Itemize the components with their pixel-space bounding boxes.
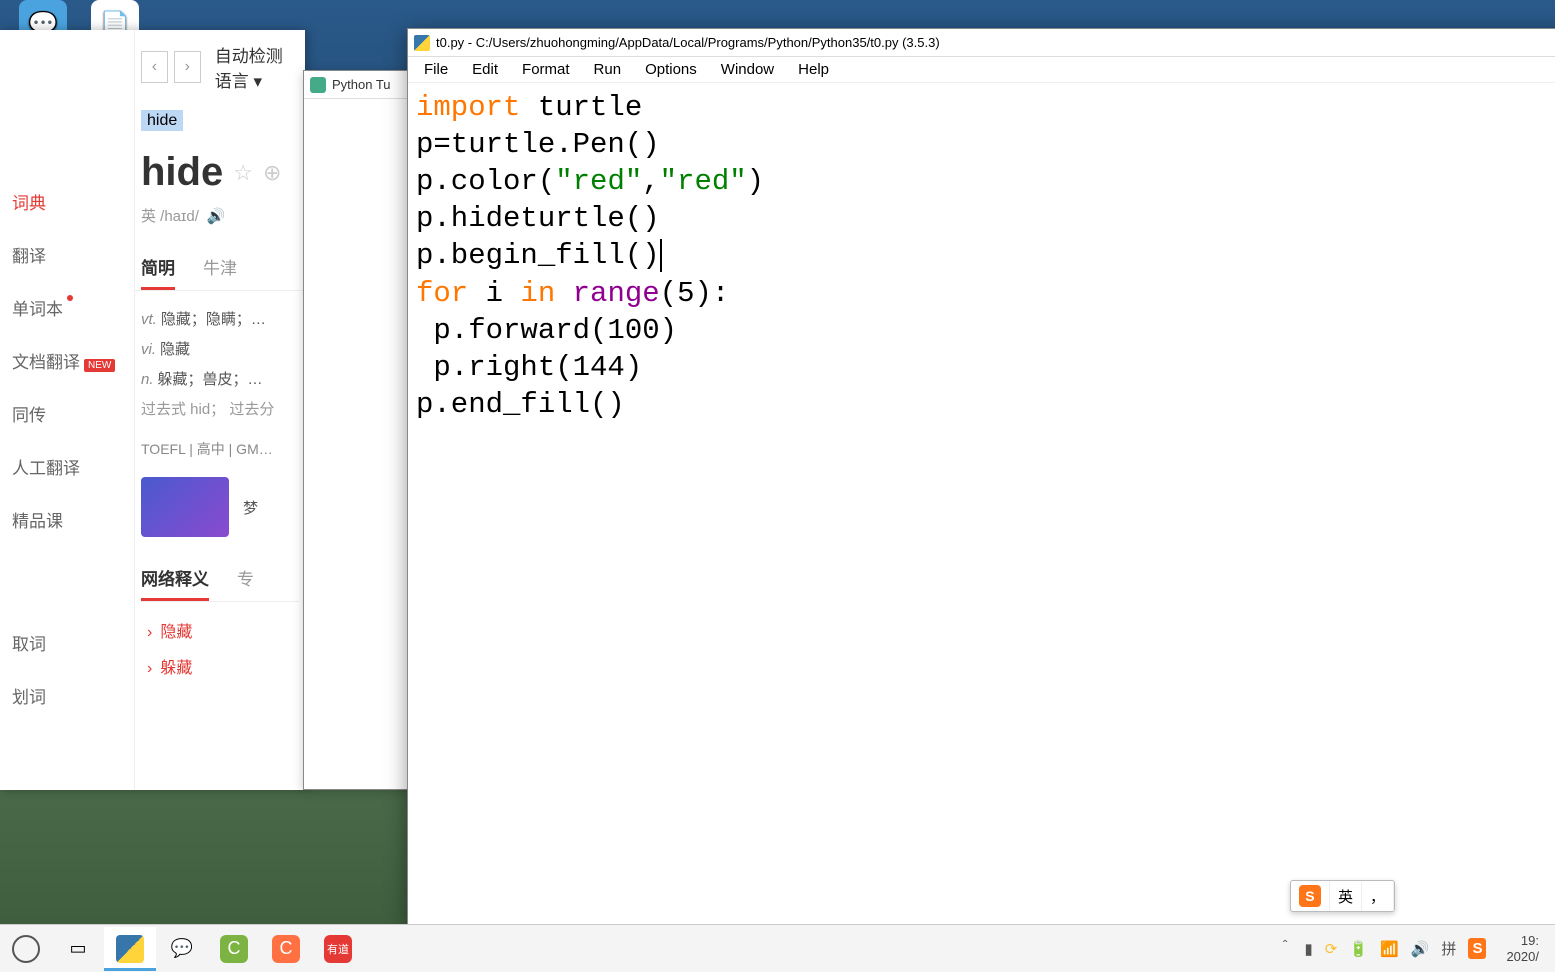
- tray-chevron-icon[interactable]: ＾: [1278, 938, 1293, 959]
- youdao-window: 词典 翻译 单词本 文档翻译NEW 同传 人工翻译 精品课 取词 划词 ‹ › …: [0, 30, 305, 790]
- menu-help[interactable]: Help: [786, 58, 841, 81]
- ime-toolbar[interactable]: S 英 ，: [1290, 880, 1395, 912]
- tray-power-icon[interactable]: 🔋: [1349, 940, 1368, 958]
- taskbar-app-python[interactable]: [104, 927, 156, 971]
- tray-sync-icon[interactable]: ⟳: [1325, 940, 1338, 958]
- tab-pro[interactable]: 专: [237, 557, 254, 601]
- web-def-link[interactable]: 隐藏: [147, 612, 293, 648]
- favorite-star-icon[interactable]: ☆: [233, 160, 253, 186]
- tray-wifi-icon[interactable]: 📶: [1380, 940, 1399, 958]
- speaker-icon[interactable]: 🔊: [207, 207, 226, 225]
- menu-format[interactable]: Format: [510, 58, 582, 81]
- taskbar-clock[interactable]: 19: 2020/: [1498, 933, 1547, 964]
- sidebar-item-human[interactable]: 人工翻译: [0, 440, 134, 493]
- definitions: vt.隐藏；隐瞒；… vi.隐藏 n.躲藏；兽皮；… 过去式 hid； 过去分: [135, 291, 305, 439]
- sidebar-item-courses[interactable]: 精品课: [0, 493, 134, 546]
- text-cursor: [660, 239, 662, 272]
- menu-options[interactable]: Options: [633, 58, 709, 81]
- ime-lang-toggle[interactable]: 英: [1330, 882, 1362, 911]
- sidebar-item-dict[interactable]: 词典: [0, 175, 134, 228]
- sidebar-item-translate[interactable]: 翻译: [0, 228, 134, 281]
- turtle-icon: [310, 77, 326, 93]
- menu-run[interactable]: Run: [582, 58, 634, 81]
- menu-window[interactable]: Window: [709, 58, 786, 81]
- sidebar-item-wordbook[interactable]: 单词本: [0, 281, 134, 334]
- taskbar-app-camtasia1[interactable]: C: [208, 927, 260, 971]
- taskbar-app-camtasia2[interactable]: C: [260, 927, 312, 971]
- taskbar-app-youdao[interactable]: 有道: [312, 927, 364, 971]
- menu-file[interactable]: File: [412, 58, 460, 81]
- taskbar-app-wechat[interactable]: 💬: [156, 927, 208, 971]
- tray-battery-icon[interactable]: ▮: [1305, 940, 1313, 958]
- python-icon: [414, 35, 430, 51]
- badge-dot-icon: [67, 295, 73, 301]
- youdao-sidebar: 词典 翻译 单词本 文档翻译NEW 同传 人工翻译 精品课 取词 划词: [0, 30, 135, 790]
- tab-concise[interactable]: 简明: [141, 246, 175, 290]
- sidebar-item-pick[interactable]: 取词: [0, 616, 134, 669]
- taskbar: ▭ 💬 C C 有道 ＾ ▮ ⟳ 🔋 📶 🔊 拼 S 19: 2020/: [0, 924, 1555, 972]
- sogou-icon: S: [1299, 885, 1321, 907]
- more-icon[interactable]: ⊕: [263, 160, 281, 186]
- ad-banner[interactable]: 梦: [141, 477, 299, 537]
- ad-image: [141, 477, 229, 537]
- youdao-main: ‹ › 自动检测语言 ▾ hide hide ☆ ⊕ 英 /haɪd/ 🔊 简明…: [135, 30, 305, 790]
- badge-new-icon: NEW: [84, 359, 115, 372]
- ime-punct-toggle[interactable]: ，: [1362, 882, 1394, 911]
- tray-ime-icon[interactable]: 拼: [1441, 938, 1456, 959]
- task-view-button[interactable]: ▭: [52, 927, 104, 971]
- nav-forward-button[interactable]: ›: [174, 51, 201, 83]
- idle-title: t0.py - C:/Users/zhuohongming/AppData/Lo…: [436, 35, 940, 50]
- idle-editor-window: t0.py - C:/Users/zhuohongming/AppData/Lo…: [407, 28, 1555, 928]
- sidebar-item-simul[interactable]: 同传: [0, 387, 134, 440]
- menu-edit[interactable]: Edit: [460, 58, 510, 81]
- tray-sogou-icon[interactable]: S: [1468, 938, 1486, 959]
- idle-titlebar[interactable]: t0.py - C:/Users/zhuohongming/AppData/Lo…: [408, 29, 1555, 57]
- headword: hide: [141, 150, 223, 195]
- nav-back-button[interactable]: ‹: [141, 51, 168, 83]
- start-button[interactable]: [0, 927, 52, 971]
- system-tray: ＾ ▮ ⟳ 🔋 📶 🔊 拼 S 19: 2020/: [1278, 933, 1555, 964]
- search-input[interactable]: hide: [141, 112, 299, 130]
- lang-detect-dropdown[interactable]: 自动检测语言 ▾: [215, 42, 299, 92]
- turtle-window-title: Python Tu: [332, 77, 391, 92]
- code-editor[interactable]: import turtle p=turtle.Pen() p.color("re…: [408, 83, 1555, 429]
- pronunciation-label: 英 /haɪd/: [141, 205, 199, 226]
- sidebar-item-stroke[interactable]: 划词: [0, 669, 134, 722]
- idle-menubar: File Edit Format Run Options Window Help: [408, 57, 1555, 83]
- tab-oxford[interactable]: 牛津: [203, 246, 237, 290]
- exam-tags: TOEFL | 高中 | GM…: [135, 439, 305, 459]
- tab-web-def[interactable]: 网络释义: [141, 557, 209, 601]
- web-def-link[interactable]: 躲藏: [147, 648, 293, 684]
- sidebar-item-doctrans[interactable]: 文档翻译NEW: [0, 334, 134, 387]
- tray-volume-icon[interactable]: 🔊: [1411, 940, 1430, 958]
